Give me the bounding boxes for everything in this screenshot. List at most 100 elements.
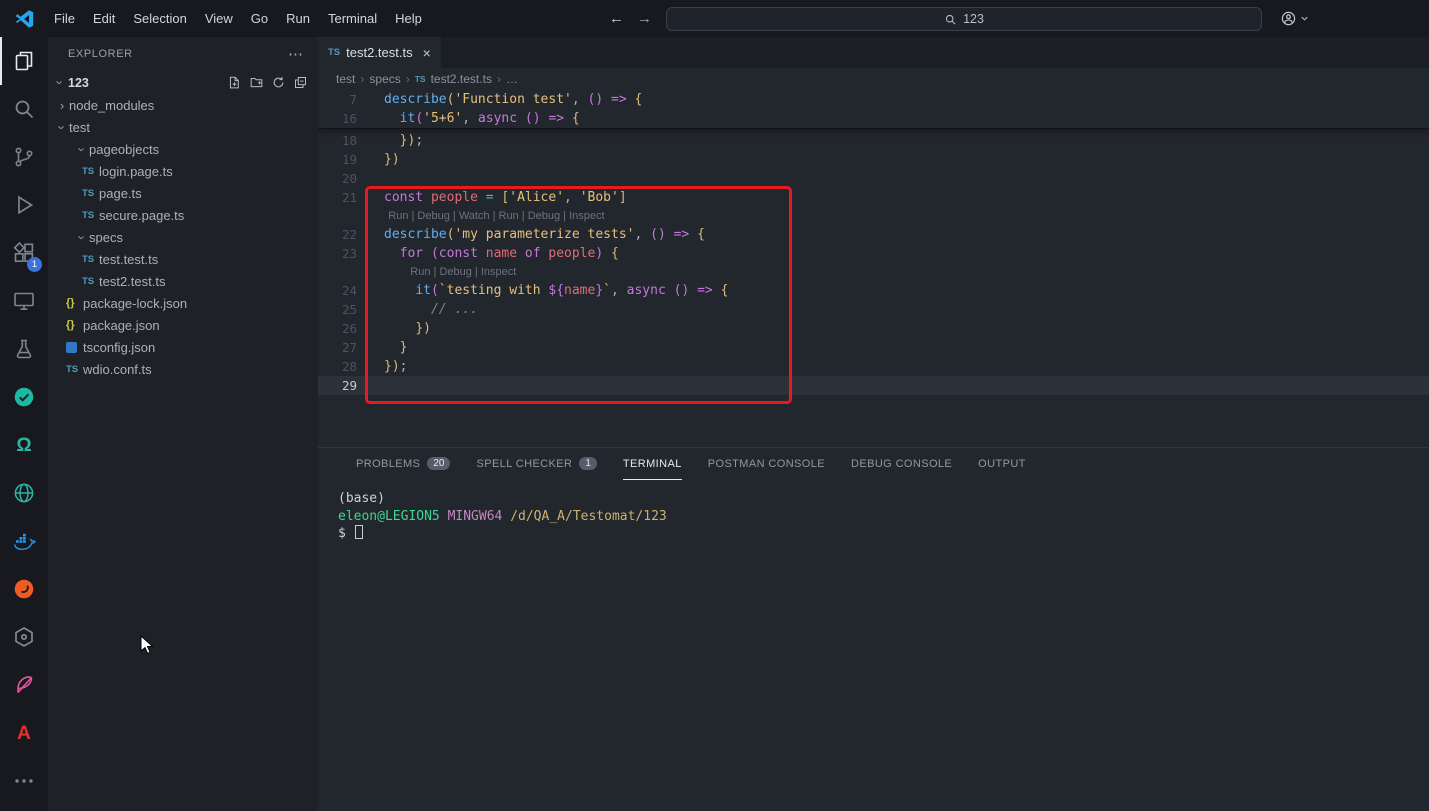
breadcrumb-item[interactable]: test2.test.ts	[431, 72, 492, 86]
line-number[interactable]: 18	[318, 131, 384, 150]
menu-file[interactable]: File	[45, 0, 84, 37]
panel-tab-problems[interactable]: PROBLEMS20	[356, 448, 450, 480]
code-line-29[interactable]: 29	[318, 376, 1429, 395]
breadcrumb-item[interactable]: …	[506, 72, 518, 86]
activity-more-icon[interactable]	[0, 757, 48, 805]
code-line-24[interactable]: 24 it(`testing with ${name}`, async () =…	[318, 281, 1429, 300]
tree-item-test.test.ts[interactable]: TStest.test.ts	[48, 248, 318, 270]
refresh-icon[interactable]	[271, 75, 286, 90]
line-number[interactable]: 27	[318, 338, 384, 357]
code-line-23[interactable]: 23 for (const name of people) {	[318, 244, 1429, 263]
tree-item-test2.test.ts[interactable]: TStest2.test.ts	[48, 270, 318, 292]
code-area[interactable]: 7describe('Function test', () => {16 it(…	[318, 90, 1429, 447]
activity-check-circle-icon[interactable]	[0, 373, 48, 421]
project-root-row[interactable]: › 123	[48, 71, 318, 94]
tab-close-icon[interactable]: ×	[423, 45, 431, 61]
activity-testing-flask-icon[interactable]	[0, 325, 48, 373]
activity-search-icon[interactable]	[0, 85, 48, 133]
line-number[interactable]: 22	[318, 225, 384, 244]
line-number[interactable]	[318, 263, 384, 281]
terminal-cursor	[355, 525, 363, 539]
terminal-line: (base)	[338, 490, 1429, 508]
menu-view[interactable]: View	[196, 0, 242, 37]
codelens-row[interactable]: Run | Debug | Watch | Run | Debug | Insp…	[318, 207, 1429, 225]
activity-run-debug-icon[interactable]	[0, 181, 48, 229]
line-number[interactable]: 20	[318, 169, 384, 188]
tree-item-wdio.conf.ts[interactable]: TSwdio.conf.ts	[48, 358, 318, 380]
menu-help[interactable]: Help	[386, 0, 431, 37]
tree-item-page.ts[interactable]: TSpage.ts	[48, 182, 318, 204]
code-line-19[interactable]: 19})	[318, 150, 1429, 169]
collapse-all-icon[interactable]	[293, 75, 308, 90]
line-number[interactable]: 19	[318, 150, 384, 169]
line-number[interactable]: 16	[318, 109, 384, 128]
tree-item-node_modules[interactable]: ›node_modules	[48, 94, 318, 116]
panel-tab-terminal[interactable]: TERMINAL	[623, 448, 682, 480]
code-line-22[interactable]: 22describe('my parameterize tests', () =…	[318, 225, 1429, 244]
line-number[interactable]: 26	[318, 319, 384, 338]
code-line-28[interactable]: 28});	[318, 357, 1429, 376]
code-line-25[interactable]: 25 // ...	[318, 300, 1429, 319]
menu-edit[interactable]: Edit	[84, 0, 124, 37]
breadcrumb-item[interactable]: specs	[369, 72, 400, 86]
tree-item-package-lock.json[interactable]: {}package-lock.json	[48, 292, 318, 314]
menu-go[interactable]: Go	[242, 0, 277, 37]
tree-item-secure.page.ts[interactable]: TSsecure.page.ts	[48, 204, 318, 226]
codelens-actions[interactable]: Run | Debug | Watch | Run | Debug | Insp…	[388, 210, 604, 222]
tab-test2-test-ts[interactable]: TS test2.test.ts ×	[318, 37, 441, 68]
line-number[interactable]: 29	[318, 376, 384, 395]
code-line-16[interactable]: 16 it('5+6', async () => {	[318, 109, 1429, 128]
activity-postman-icon[interactable]	[0, 565, 48, 613]
line-number[interactable]: 23	[318, 244, 384, 263]
tree-item-package.json[interactable]: {}package.json	[48, 314, 318, 336]
codelens-row[interactable]: Run | Debug | Inspect	[318, 263, 1429, 281]
activity-letter-a-icon[interactable]: A	[0, 709, 48, 757]
tree-item-test[interactable]: ›test	[48, 116, 318, 138]
command-center-search[interactable]: 123	[666, 7, 1262, 31]
explorer-more-icon[interactable]: ⋯	[288, 45, 304, 63]
activity-remote-explorer-icon[interactable]	[0, 277, 48, 325]
new-file-icon[interactable]	[227, 75, 242, 90]
breadcrumb-item[interactable]: test	[336, 72, 355, 86]
code-line-18[interactable]: 18 });	[318, 131, 1429, 150]
panel-tab-spell-checker[interactable]: SPELL CHECKER1	[476, 448, 596, 480]
new-folder-icon[interactable]	[249, 75, 264, 90]
code-line-27[interactable]: 27 }	[318, 338, 1429, 357]
nav-back-icon[interactable]: ←	[609, 0, 624, 37]
codelens-actions[interactable]: Run | Debug | Inspect	[410, 266, 516, 278]
code-line-26[interactable]: 26 })	[318, 319, 1429, 338]
activity-feather-icon[interactable]	[0, 661, 48, 709]
menu-terminal[interactable]: Terminal	[319, 0, 386, 37]
account-menu[interactable]	[1280, 0, 1310, 37]
line-number[interactable]	[318, 207, 384, 225]
activity-globe-icon[interactable]	[0, 469, 48, 517]
tree-item-login.page.ts[interactable]: TSlogin.page.ts	[48, 160, 318, 182]
line-number[interactable]: 25	[318, 300, 384, 319]
line-number[interactable]: 24	[318, 281, 384, 300]
panel-tab-output[interactable]: OUTPUT	[978, 448, 1026, 480]
code-line-7[interactable]: 7describe('Function test', () => {	[318, 90, 1429, 109]
activity-hexagon-icon[interactable]	[0, 613, 48, 661]
line-number[interactable]: 7	[318, 90, 384, 109]
activity-docker-icon[interactable]	[0, 517, 48, 565]
activity-omega-icon[interactable]: Ω	[0, 421, 48, 469]
activity-source-control-icon[interactable]	[0, 133, 48, 181]
terminal-content[interactable]: (base)eleon@LEGION5 MINGW64 /d/QA_A/Test…	[318, 480, 1429, 543]
tree-item-specs[interactable]: ›specs	[48, 226, 318, 248]
menu-selection[interactable]: Selection	[124, 0, 195, 37]
tree-item-pageobjects[interactable]: ›pageobjects	[48, 138, 318, 160]
code-content: });	[384, 357, 1429, 376]
activity-files-icon[interactable]	[0, 37, 48, 85]
panel-tab-postman-console[interactable]: POSTMAN CONSOLE	[708, 448, 825, 480]
nav-forward-icon[interactable]: →	[637, 0, 652, 37]
code-line-20[interactable]: 20	[318, 169, 1429, 188]
breadcrumb-separator: ›	[406, 72, 410, 86]
code-line-21[interactable]: 21const people = ['Alice', 'Bob']	[318, 188, 1429, 207]
menu-run[interactable]: Run	[277, 0, 319, 37]
panel-tab-debug-console[interactable]: DEBUG CONSOLE	[851, 448, 952, 480]
line-number[interactable]: 28	[318, 357, 384, 376]
sticky-scroll[interactable]: 7describe('Function test', () => {16 it(…	[318, 90, 1429, 129]
activity-extensions-icon[interactable]: 1	[0, 229, 48, 277]
line-number[interactable]: 21	[318, 188, 384, 207]
tree-item-tsconfig.json[interactable]: tsconfig.json	[48, 336, 318, 358]
